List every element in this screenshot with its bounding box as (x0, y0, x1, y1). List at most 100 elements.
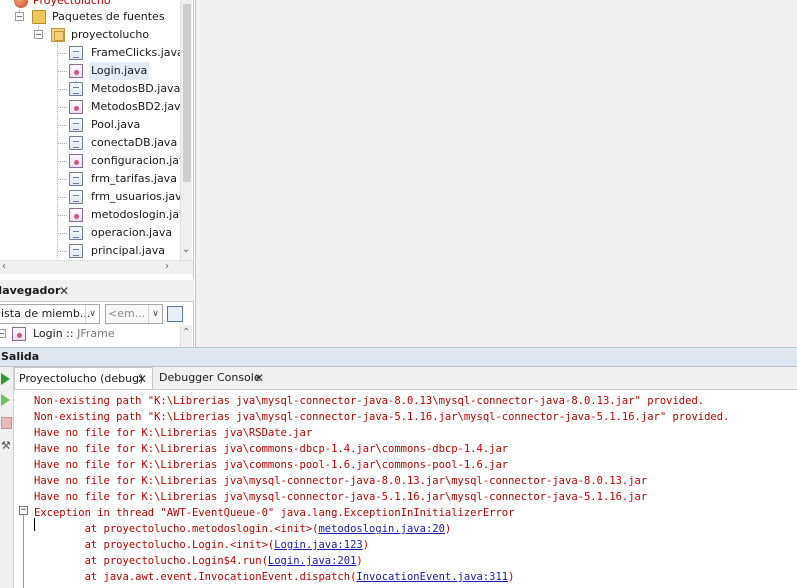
navigator-root[interactable]: − Login :: JFrame (0, 325, 180, 343)
console-line: Have no file for K:\Librerias jva\mysql-… (34, 491, 648, 503)
console-line: Have no file for K:\Librerias jva\common… (34, 443, 509, 455)
source-folder-icon (32, 10, 46, 24)
java-file-icon (69, 136, 83, 150)
tree-file-label: operacion.java (91, 226, 173, 239)
java-file-icon (69, 46, 83, 60)
scroll-right-icon[interactable]: › (165, 262, 169, 272)
fold-guide (23, 510, 24, 588)
settings-wrench-icon[interactable]: ⚒ (1, 440, 12, 452)
tree-file-item[interactable]: frm_usuarios.java (0, 188, 188, 206)
output-tabbar: Proyectolucho (debug) ✕ Debugger Console… (14, 367, 797, 390)
scroll-up-icon[interactable]: ⌃ (182, 328, 190, 338)
scroll-down-icon[interactable]: ⌄ (182, 245, 190, 255)
tree-package[interactable]: − proyectolucho (0, 26, 180, 44)
tree-file-label: conectaDB.java (91, 136, 178, 149)
scroll-left-icon[interactable]: ‹ (2, 262, 6, 272)
close-icon[interactable]: ✕ (59, 280, 69, 302)
chevron-down-icon[interactable]: ∨ (85, 305, 99, 323)
stacktrace-line: at proyectolucho.Login.<init>(Login.java… (34, 537, 370, 553)
tree-file-label: Login.java (89, 62, 150, 80)
tree-file-item[interactable]: MetodosBD.java (0, 80, 180, 98)
tree-guide (57, 161, 67, 162)
tree-file-label: principal.java (91, 244, 165, 257)
console-output[interactable]: − Non-existing path "K:\Librerias jva\my… (14, 390, 797, 588)
tree-guide (57, 125, 67, 126)
navigator-scrollbar[interactable]: ⌃ (180, 325, 192, 347)
tree-guide (57, 71, 67, 72)
tree-file-item[interactable]: principal.java (0, 242, 180, 260)
projects-panel: Proyectolucho − Paquetes de fuentes − pr… (0, 0, 194, 278)
tree-file-item[interactable]: operacion.java (0, 224, 180, 242)
tree-file-item[interactable]: FrameClicks.java (0, 44, 184, 62)
collapse-icon[interactable]: − (15, 12, 24, 21)
java-file-icon (69, 82, 83, 96)
tab-navigator[interactable]: Navegador ✕ (0, 280, 74, 302)
console-line: Have no file for K:\Librerias jva\common… (34, 459, 509, 471)
package-icon (51, 28, 65, 42)
console-line: Have no file for K:\Librerias jva\mysql-… (34, 475, 648, 487)
collapse-icon[interactable]: − (0, 329, 6, 338)
filter-select[interactable]: <em... ∨ (105, 304, 163, 324)
tree-file-item[interactable]: frm_tarifas.java (0, 170, 180, 188)
tree-file-label: configuracion.java (91, 154, 193, 167)
collapse-icon[interactable]: − (34, 30, 43, 39)
tree-file-item[interactable]: metodoslogin.java (0, 206, 192, 224)
stacktrace-source-link[interactable]: metodoslogin.java:20 (318, 523, 444, 535)
scroll-thumb[interactable] (183, 4, 191, 182)
form-icon (12, 327, 26, 341)
play-icon (1, 373, 10, 385)
members-view-select[interactable]: ista de miemb... ∨ (0, 304, 100, 324)
editor-area (195, 0, 797, 347)
stop-button[interactable] (1, 417, 12, 429)
output-panel: ⚒ Proyectolucho (debug) ✕ Debugger Conso… (0, 367, 797, 588)
tree-file-label: MetodosBD2.java (91, 100, 188, 113)
tree-guide (57, 143, 67, 144)
tree-file-item[interactable]: conectaDB.java (0, 134, 180, 152)
console-line: Exception in thread "AWT-EventQueue-0" j… (34, 507, 515, 519)
filter-value: <em... (108, 307, 146, 320)
rerun-button[interactable] (1, 373, 12, 385)
play-options-icon (1, 394, 10, 406)
tree-file-label: metodoslogin.java (91, 208, 193, 221)
fold-collapse-icon[interactable]: − (19, 506, 28, 515)
tree-file-label: frm_usuarios.java (91, 190, 189, 203)
tree-file-item[interactable]: configuracion.java (0, 152, 192, 170)
tree-guide (57, 179, 67, 180)
console-line: Non-existing path "K:\Librerias jva\mysq… (34, 411, 730, 423)
tab-debugger-console-label: Debugger Console (159, 371, 261, 384)
close-icon[interactable]: ✕ (254, 367, 264, 389)
tree-guide (57, 251, 67, 252)
tree-file-item[interactable]: MetodosBD2.java (0, 98, 187, 116)
tree-source-packages[interactable]: − Paquetes de fuentes (0, 8, 180, 26)
tree-guide (57, 233, 67, 234)
tree-package-label: proyectolucho (71, 28, 150, 41)
tree-file-label: MetodosBD.java (91, 82, 181, 95)
stacktrace-source-link[interactable]: Login.java:201 (268, 555, 357, 567)
stacktrace-prefix: at proyectolucho.Login.<init>( (34, 539, 275, 551)
console-line: Non-existing path "K:\Librerias jva\mysq… (34, 395, 705, 407)
layout-icon[interactable] (167, 306, 183, 322)
stacktrace-source-link[interactable]: Login.java:123 (274, 539, 363, 551)
java-file-icon (69, 190, 83, 204)
navigator-tabbar: Navegador ✕ (0, 280, 194, 302)
tab-navigator-label: Navegador (0, 284, 61, 297)
stacktrace-source-link[interactable]: InvocationEvent.java:311 (356, 571, 508, 583)
tab-debugger-console[interactable]: Debugger Console ✕ (155, 367, 271, 389)
tab-project-debug[interactable]: Proyectolucho (debug) ✕ (14, 367, 153, 389)
tab-project-debug-label: Proyectolucho (debug) (19, 372, 144, 385)
stacktrace-suffix: ) (362, 539, 370, 551)
chevron-down-icon[interactable]: ∨ (148, 305, 162, 323)
output-toolbar: ⚒ (0, 367, 14, 588)
close-icon[interactable]: ✕ (137, 368, 147, 390)
java-file-icon (69, 118, 83, 132)
navigator-panel: Navegador ✕ ista de miemb... ∨ <em... ∨ … (0, 280, 194, 347)
tree-guide (57, 107, 67, 108)
tree-vertical-scrollbar[interactable]: ⌄ (180, 0, 192, 260)
root-class-name: Login (33, 327, 63, 340)
members-view-value: ista de miemb... (1, 307, 91, 320)
tree-file-item[interactable]: Pool.java (0, 116, 180, 134)
rerun-options-button[interactable] (1, 394, 12, 406)
tree-horizontal-scrollbar[interactable]: ‹ › (0, 260, 193, 274)
tree-file-label: Pool.java (91, 118, 141, 131)
tree-file-item[interactable]: Login.java (0, 62, 180, 80)
